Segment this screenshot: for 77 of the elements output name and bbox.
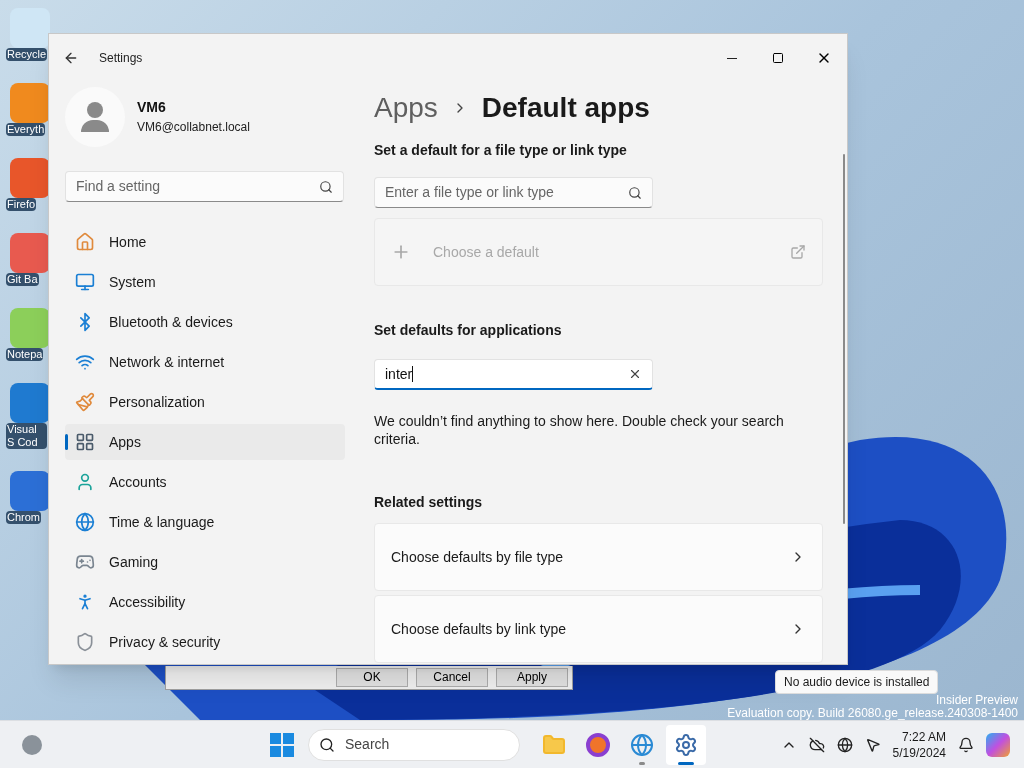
nav-item[interactable]: Gaming	[65, 544, 345, 580]
gear-icon	[674, 732, 698, 757]
nav-item[interactable]: Accounts	[65, 464, 345, 500]
desktop-shortcut-icon[interactable]	[10, 471, 50, 511]
section-heading: Set a default for a file type or link type	[374, 141, 628, 160]
nav-item[interactable]: Home	[65, 224, 345, 260]
application-search-field[interactable]: inter	[374, 359, 653, 390]
desktop-icon-label[interactable]: Recycle	[6, 48, 47, 61]
maximize-icon	[772, 52, 784, 64]
dialog-button[interactable]: OK	[336, 668, 408, 687]
globe-icon	[630, 732, 654, 757]
clear-icon[interactable]	[628, 367, 642, 381]
search-icon	[319, 736, 335, 753]
bell-icon[interactable]	[958, 736, 974, 753]
scrollbar-thumb[interactable]	[843, 154, 845, 524]
windows-logo-icon	[270, 732, 294, 757]
nav-item[interactable]: Personalization	[65, 384, 345, 420]
nav-item[interactable]: Bluetooth & devices	[65, 304, 345, 340]
desktop-icon-label[interactable]: Visual S Cod	[6, 423, 47, 449]
folder-icon	[542, 732, 566, 757]
brush-icon	[75, 392, 95, 412]
search-icon	[628, 185, 642, 200]
globe-icon[interactable]	[836, 736, 853, 753]
desktop-icon-label[interactable]: Everyth	[6, 123, 46, 136]
breadcrumb-link[interactable]: Apps	[374, 87, 438, 129]
copilot-icon[interactable]	[986, 732, 1010, 757]
monitor-icon	[75, 272, 95, 292]
desktop-icon-label[interactable]: Chrom	[6, 511, 41, 524]
desktop-shortcut-icon[interactable]	[10, 83, 50, 123]
search-icon	[319, 179, 333, 194]
dialog-button[interactable]: Apply	[496, 668, 568, 687]
nav-item[interactable]: Privacy & security	[65, 624, 345, 660]
mouse-pointer-icon	[864, 736, 881, 753]
nav-item[interactable]: System	[65, 264, 345, 300]
watermark-text: Evaluation copy. Build 26080.ge_release.240308-1400	[727, 707, 1018, 720]
related-setting-row[interactable]: Choose defaults by link type	[374, 595, 823, 663]
nav-item[interactable]: Network & internet	[65, 344, 345, 380]
apps-grid-icon	[75, 432, 95, 452]
browser-icon	[586, 732, 610, 757]
desktop-icon-label[interactable]: Notepa	[6, 348, 44, 361]
taskbar-search-field[interactable]: Search	[308, 728, 520, 761]
nav-item[interactable]: Accessibility	[65, 584, 345, 620]
section-heading: Set defaults for applications	[374, 321, 563, 340]
desktop-shortcut-icon[interactable]	[10, 233, 50, 273]
shield-icon	[75, 632, 95, 652]
desktop-icon-label[interactable]: Firefo	[6, 198, 37, 211]
dialog-button[interactable]: Cancel	[416, 668, 488, 687]
running-indicator	[639, 761, 645, 765]
clock-date[interactable]: 5/19/2024	[892, 744, 946, 761]
desktop-shortcut-icon[interactable]	[10, 383, 50, 423]
back-icon[interactable]	[63, 50, 79, 66]
home-icon	[75, 232, 95, 252]
watermark-text: Insider Preview	[935, 694, 1018, 707]
desktop-shortcut-icon[interactable]	[10, 158, 50, 198]
empty-results-message: We couldn’t find anything to show here. Double check your search criteria.	[374, 412, 785, 448]
running-indicator	[678, 761, 694, 765]
nav-item[interactable]: Time & language	[65, 504, 345, 540]
cloud-off-icon[interactable]	[808, 736, 825, 753]
wifi-icon	[75, 352, 95, 372]
related-setting-row[interactable]: Choose defaults by file type	[374, 523, 823, 591]
section-heading: Related settings	[374, 493, 484, 512]
desktop-icon-label[interactable]: Git Ba	[6, 273, 39, 286]
settings-search-field[interactable]: Find a setting	[65, 171, 344, 202]
nav-item[interactable]: Apps	[65, 424, 345, 460]
external-link-icon	[790, 244, 806, 260]
text-cursor	[412, 366, 414, 382]
window-title: Settings	[99, 50, 143, 67]
selection-indicator	[65, 434, 68, 450]
minimize-icon	[727, 57, 737, 59]
tooltip: No audio device is installed	[775, 670, 939, 694]
page-title: Default apps	[481, 91, 650, 125]
clock-time[interactable]: 7:22 AM	[901, 728, 946, 745]
user-email: VM6@collabnet.local	[137, 119, 250, 137]
gamepad-icon	[75, 552, 95, 572]
person-icon	[75, 472, 95, 492]
user-name: VM6	[137, 98, 167, 118]
taskbar-app[interactable]	[666, 724, 706, 765]
